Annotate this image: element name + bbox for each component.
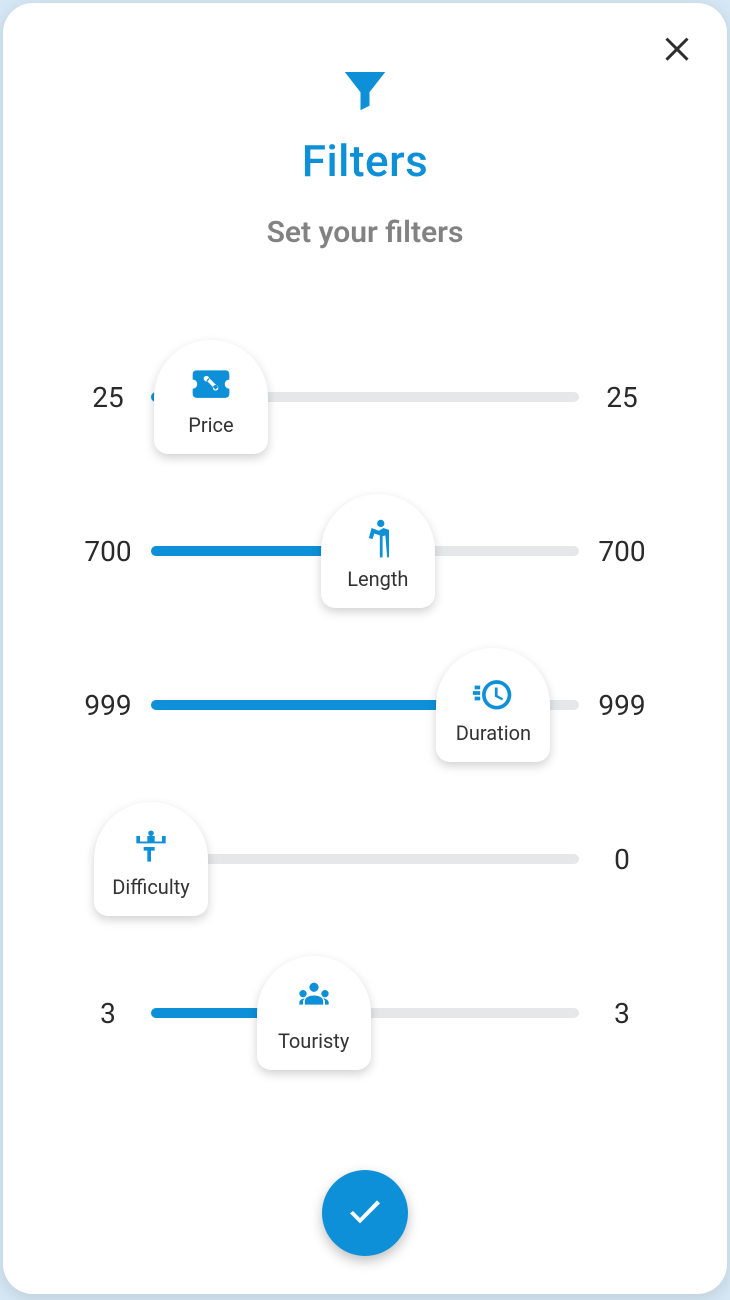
slider-min-value: 25 xyxy=(65,381,151,414)
modal-title: Filters xyxy=(302,135,429,187)
slider-row-touristy: 3 Touristy 3 xyxy=(65,936,665,1090)
hiker-icon xyxy=(356,517,400,561)
modal-subtitle: Set your filters xyxy=(267,215,464,250)
slider-label: Touristy xyxy=(278,1029,349,1053)
modal-header: Filters Set your filters xyxy=(3,3,727,250)
slider-label: Price xyxy=(188,413,233,437)
check-icon xyxy=(345,1191,385,1235)
slider-row-price: 25 Price 25 xyxy=(65,320,665,474)
slider-track-bg xyxy=(151,854,579,864)
slider-max-value: 999 xyxy=(579,689,665,722)
slider-max-value: 700 xyxy=(579,535,665,568)
confirm-button[interactable] xyxy=(322,1170,408,1256)
slider-min-value: 999 xyxy=(65,689,151,722)
slider-max-value: 0 xyxy=(579,843,665,876)
slider-track-difficulty[interactable]: Difficulty xyxy=(151,854,579,864)
slider-thumb-difficulty[interactable]: Difficulty xyxy=(94,802,208,916)
slider-row-difficulty: 0 Difficulty 0 xyxy=(65,782,665,936)
close-button[interactable] xyxy=(655,27,699,71)
ticket-icon xyxy=(189,363,233,407)
group-icon xyxy=(292,979,336,1023)
slider-thumb-duration[interactable]: Duration xyxy=(436,648,550,762)
slider-thumb-price[interactable]: Price xyxy=(154,340,268,454)
slider-min-value: 3 xyxy=(65,997,151,1030)
clock-icon xyxy=(471,671,515,715)
slider-max-value: 3 xyxy=(579,997,665,1030)
slider-thumb-length[interactable]: Length xyxy=(321,494,435,608)
slider-track-price[interactable]: Price xyxy=(151,392,579,402)
sliders-container: 25 Price 25 700 xyxy=(3,320,727,1090)
slider-min-value: 700 xyxy=(65,535,151,568)
slider-track-duration[interactable]: Duration xyxy=(151,700,579,710)
funnel-icon xyxy=(338,63,392,117)
weights-icon xyxy=(129,825,173,869)
slider-row-length: 700 Length 700 xyxy=(65,474,665,628)
slider-label: Length xyxy=(347,567,408,591)
close-icon xyxy=(659,29,695,69)
slider-track-touristy[interactable]: Touristy xyxy=(151,1008,579,1018)
slider-label: Duration xyxy=(456,721,531,745)
slider-max-value: 25 xyxy=(579,381,665,414)
slider-label: Difficulty xyxy=(112,875,189,899)
slider-thumb-touristy[interactable]: Touristy xyxy=(257,956,371,1070)
filters-modal: Filters Set your filters 25 Price 25 700 xyxy=(3,3,727,1294)
slider-track-length[interactable]: Length xyxy=(151,546,579,556)
slider-row-duration: 999 Duration 999 xyxy=(65,628,665,782)
